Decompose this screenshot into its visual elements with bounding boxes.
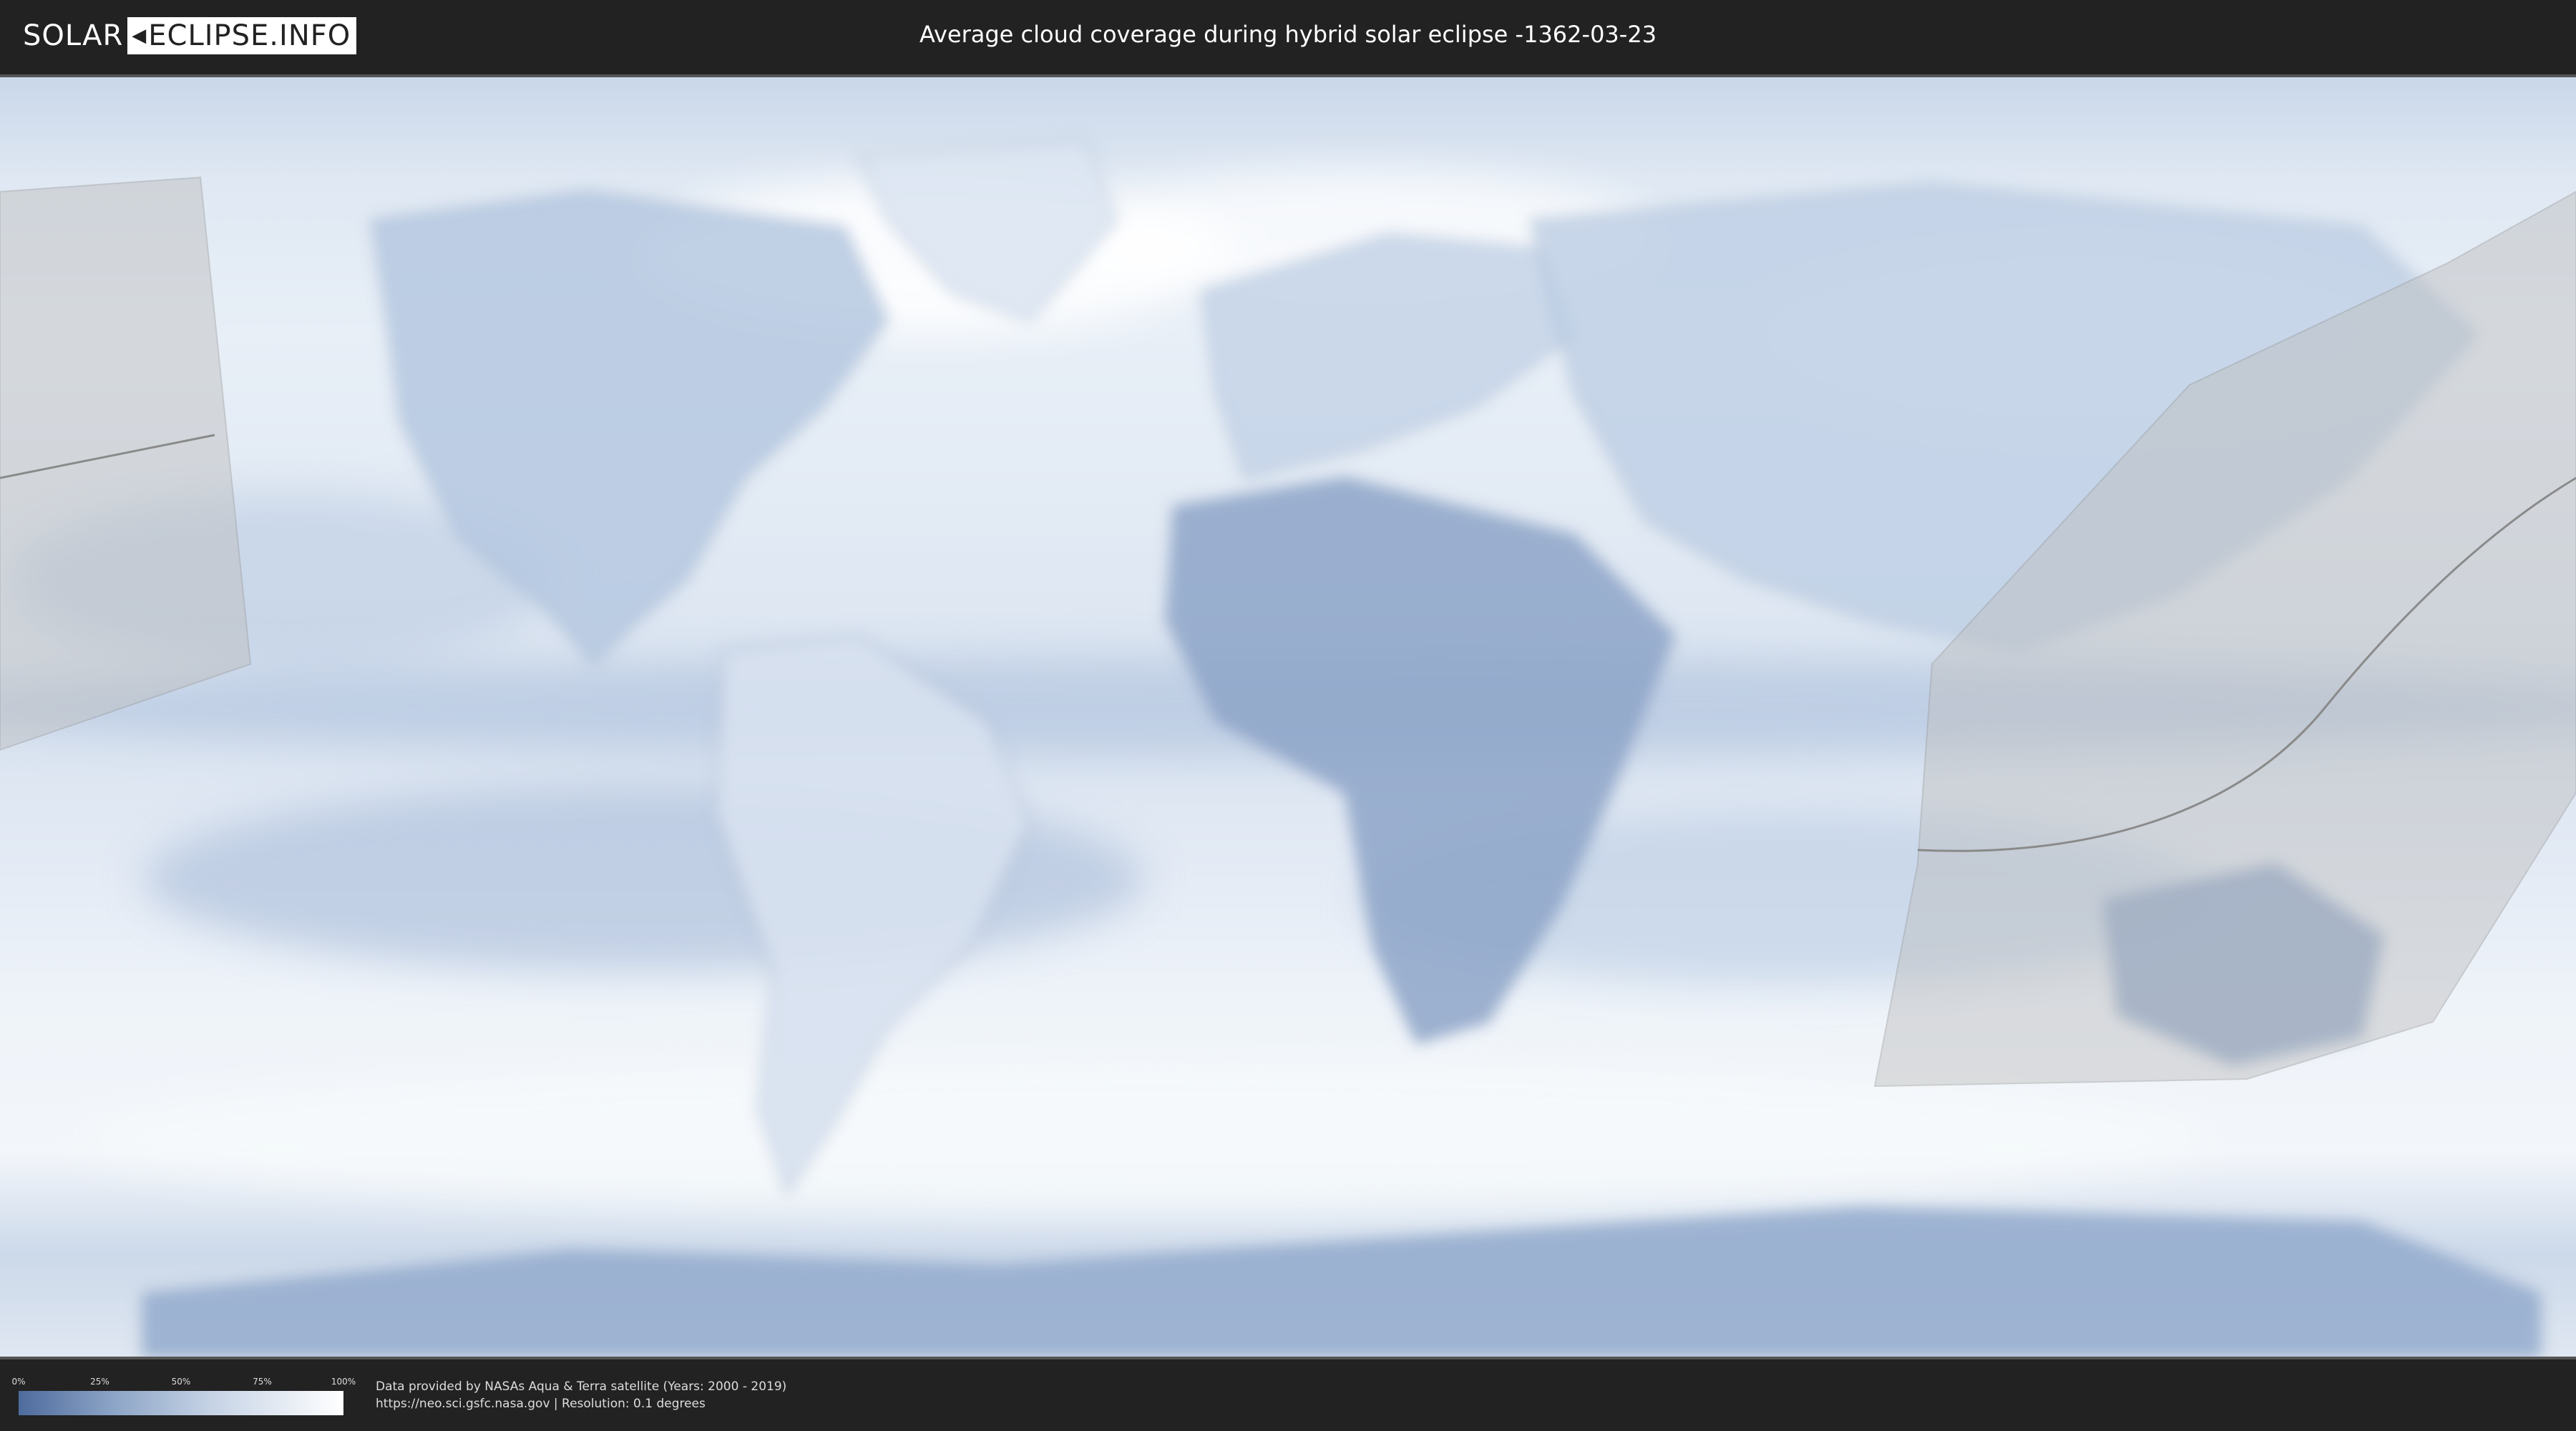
site-logo[interactable]: SOLAR ◀ ECLIPSE.INFO (23, 16, 357, 56)
legend-tick: 50% (171, 1377, 191, 1387)
footer-bar: 0% 25% 50% 75% 100% Data provided by NAS… (0, 1359, 2576, 1431)
data-credits: Data provided by NASAs Aqua & Terra sate… (376, 1378, 786, 1412)
map-graphic (0, 140, 2576, 1357)
logo-text-eclipse: ECLIPSE.INFO (148, 19, 351, 52)
antarctica-shape (142, 1206, 2541, 1357)
cloud-coverage-legend: 0% 25% 50% 75% 100% (11, 1377, 356, 1415)
page-title: Average cloud coverage during hybrid sol… (919, 21, 1657, 48)
logo-moon-icon: ◀ (132, 25, 147, 47)
credit-line-source: Data provided by NASAs Aqua & Terra sate… (376, 1379, 787, 1394)
credit-line-url[interactable]: https://neo.sci.gsfc.nasa.gov | Resoluti… (376, 1395, 786, 1412)
map-frame (0, 74, 2576, 1359)
cloud-coverage-map (0, 77, 2576, 1357)
eclipse-zone-west (0, 176, 252, 751)
legend-tick: 25% (90, 1377, 109, 1387)
legend-tick: 75% (253, 1377, 272, 1387)
legend-tick: 100% (331, 1377, 356, 1387)
header-bar: SOLAR ◀ ECLIPSE.INFO Average cloud cover… (0, 0, 2576, 72)
legend-gradient-bar (19, 1391, 343, 1415)
logo-text-eclipse-info: ◀ ECLIPSE.INFO (127, 17, 357, 54)
logo-text-solar: SOLAR (23, 19, 124, 52)
legend-ticks: 0% 25% 50% 75% 100% (11, 1377, 356, 1391)
legend-tick: 0% (11, 1377, 26, 1387)
